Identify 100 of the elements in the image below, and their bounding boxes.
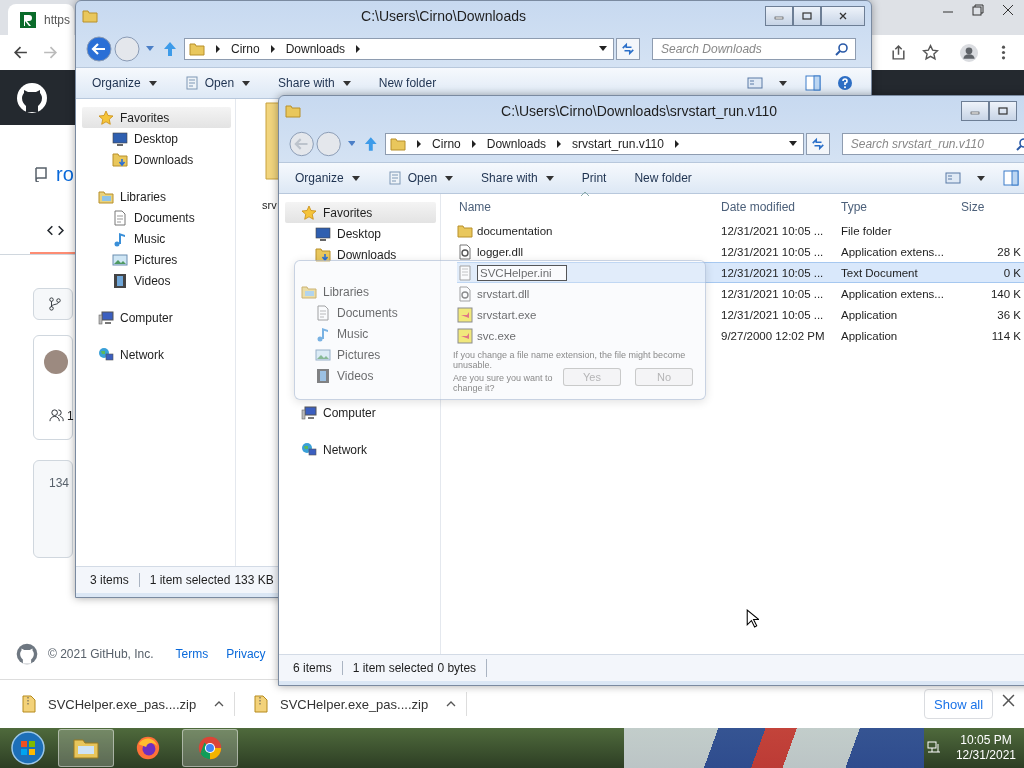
minimize-button[interactable] (961, 101, 989, 121)
start-button[interactable] (10, 730, 46, 766)
file-row[interactable]: svc.exe 9/27/2000 12:02 PM Application 114 K (457, 325, 1024, 346)
minimize-button[interactable] (765, 6, 793, 26)
show-all-button[interactable]: Show all (924, 689, 994, 719)
share-icon[interactable] (890, 44, 907, 61)
nav-item[interactable]: Computer (285, 402, 436, 423)
back-arrow-icon[interactable] (12, 44, 29, 61)
toolbar-button[interactable]: Organize (84, 71, 165, 95)
breadcrumb[interactable]: srvstart_run.v110 (572, 137, 664, 151)
toolbar-button[interactable]: Share with (473, 166, 562, 190)
column-header[interactable]: Name (459, 200, 721, 214)
refresh-button[interactable] (616, 38, 640, 60)
footer-link[interactable]: Terms (175, 647, 209, 661)
file-row[interactable]: srvstart.dll 12/31/2021 10:05 ... Application extens... 140 K (457, 283, 1024, 304)
restore-icon[interactable] (972, 4, 984, 16)
preview-pane-icon[interactable] (1003, 170, 1019, 186)
sort-caret-icon (581, 192, 589, 196)
nav-item[interactable]: Libraries (82, 186, 231, 207)
caret-icon (148, 80, 157, 86)
dropdown-arrow-icon[interactable] (789, 141, 798, 147)
nav-item[interactable]: Documents (82, 207, 231, 228)
cat-logo-icon[interactable] (16, 82, 48, 114)
address-bar[interactable]: Cirno Downloads (184, 38, 614, 60)
toolbar-button[interactable]: New folder (370, 71, 445, 95)
nav-item[interactable]: Music (285, 323, 436, 344)
nav-item[interactable]: Network (82, 344, 231, 365)
clock[interactable]: 10:05 PM 12/31/2021 (955, 733, 1016, 763)
breadcrumb[interactable]: Cirno (231, 42, 260, 56)
nav-item[interactable]: Computer (82, 307, 231, 328)
zip-file-icon (254, 695, 268, 713)
close-icon[interactable] (1002, 694, 1015, 707)
nav-item[interactable]: Network (285, 439, 436, 460)
toolbar-button[interactable]: Open (379, 166, 462, 190)
file-row[interactable]: documentation 12/31/2021 10:05 ... File folder (457, 220, 1024, 241)
chevron-icon[interactable] (673, 140, 680, 148)
search-box[interactable]: Search Downloads (652, 38, 856, 60)
music-note-icon (112, 230, 128, 247)
back-button[interactable] (86, 36, 112, 62)
breadcrumb[interactable]: Downloads (285, 42, 346, 56)
nav-item[interactable]: Libraries (285, 281, 436, 302)
chevron-icon[interactable] (215, 45, 221, 53)
nav-item[interactable]: Documents (285, 302, 436, 323)
footer-link[interactable]: Privacy (226, 647, 266, 661)
toolbar-button[interactable]: Print (573, 166, 615, 190)
toolbar-button[interactable]: New folder (626, 166, 700, 190)
refresh-button[interactable] (806, 133, 830, 155)
close-button[interactable] (821, 6, 865, 26)
close-icon[interactable] (1002, 4, 1014, 16)
address-bar[interactable]: Cirno Downloads srvstart_run.v110 (385, 133, 805, 155)
caret-icon[interactable] (977, 175, 985, 181)
dropdown-arrow-icon[interactable] (599, 46, 607, 52)
preview-pane-icon[interactable] (805, 75, 821, 91)
help-icon[interactable] (837, 75, 853, 91)
browser-tab[interactable]: https (8, 4, 74, 35)
taskbar-app-button[interactable] (182, 729, 238, 767)
taskbar-app-button[interactable] (58, 729, 114, 767)
star-icon[interactable] (922, 44, 939, 61)
network-icon[interactable] (925, 740, 942, 756)
file-row[interactable]: SVCHelper.ini 12/31/2021 10:05 ... Text Document 0 K (457, 262, 1024, 283)
download-item[interactable]: SVCHelper.exe_pas....zip (238, 692, 468, 716)
maximize-icon (802, 12, 812, 20)
folder-icon (189, 42, 205, 56)
search-field[interactable]: Search Downloads (659, 41, 835, 57)
repo-name[interactable]: ro (56, 163, 74, 186)
nav-item[interactable]: Desktop (82, 128, 231, 149)
column-header[interactable]: Size (961, 200, 985, 214)
breadcrumb[interactable]: Cirno (432, 137, 461, 151)
maximize-button[interactable] (793, 6, 821, 26)
chevron-icon[interactable] (269, 45, 276, 53)
file-row[interactable]: srvstart.exe 12/31/2021 10:05 ... Application 36 K (457, 304, 1024, 325)
profile-icon[interactable] (960, 44, 978, 62)
toolbar-button[interactable]: Share with (270, 71, 359, 95)
nav-item[interactable]: Desktop (285, 223, 436, 244)
toolbar-button[interactable]: Organize (287, 166, 368, 190)
nav-item[interactable]: Videos (285, 365, 436, 386)
chevron-icon[interactable] (470, 140, 477, 148)
column-header[interactable]: Date modified (721, 200, 841, 214)
nav-item[interactable]: Downloads (82, 149, 231, 170)
nav-item[interactable]: Pictures (285, 344, 436, 365)
column-header[interactable]: Type (841, 200, 961, 214)
search-field[interactable]: Search srvstart_run.v110 (848, 136, 1016, 152)
toolbar-button[interactable]: Open (176, 71, 259, 95)
maximize-button[interactable] (989, 101, 1017, 121)
chevron-icon[interactable] (355, 45, 362, 53)
caret-icon[interactable] (779, 80, 787, 86)
branch-button[interactable] (33, 288, 73, 320)
rename-field[interactable]: SVCHelper.ini (477, 264, 567, 281)
download-item[interactable]: SVCHelper.exe_pas....zip (6, 692, 236, 716)
folder-item[interactable]: srv (262, 101, 279, 211)
nav-item[interactable]: Music (82, 228, 231, 249)
search-box[interactable]: Search srvstart_run.v110 (841, 133, 1024, 155)
nav-item[interactable]: Favorites (82, 107, 231, 128)
chevron-icon[interactable] (556, 140, 563, 148)
nav-item[interactable]: Pictures (82, 249, 231, 270)
nav-item[interactable]: Videos (82, 270, 231, 291)
chevron-icon[interactable] (416, 140, 423, 148)
nav-item[interactable]: Favorites (285, 202, 436, 223)
breadcrumb[interactable]: Downloads (486, 137, 547, 151)
file-row[interactable]: logger.dll 12/31/2021 10:05 ... Application extens... 28 K (457, 241, 1024, 262)
